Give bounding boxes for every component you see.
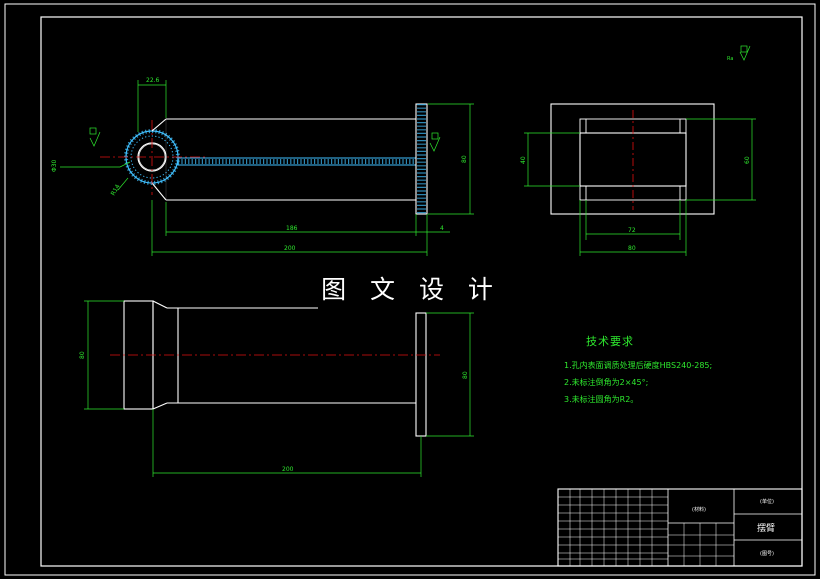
- dim-side-width-80: 80: [628, 245, 636, 252]
- dim-side-inner: 40: [520, 156, 527, 164]
- dim-length-186: 186: [286, 225, 298, 232]
- tech-note: 1.孔内表面调质处理后硬度HBS240-285;: [564, 361, 713, 370]
- dim-side-outer: 60: [744, 156, 751, 164]
- tech-title: 技术要求: [586, 335, 634, 348]
- side-view: 40 60 72 80: [520, 103, 756, 256]
- dim-bottom-length: 200: [282, 466, 294, 473]
- dim-bottom-height-right: 80: [462, 371, 469, 379]
- dim-length-200: 200: [284, 245, 296, 252]
- company-label: (单位): [760, 498, 774, 505]
- dim-hole-diameter: Φ30: [51, 159, 58, 172]
- dim-height-80: 80: [461, 155, 468, 163]
- bottom-view: 80 80 200: [79, 300, 474, 477]
- dim-flange-thickness: 4: [440, 225, 444, 232]
- drawing-label: (图号): [760, 551, 774, 557]
- front-view: 22.6 186 200 4 80 Φ30 R14: [51, 77, 474, 256]
- roughness-label: Ra: [727, 56, 733, 62]
- watermark: 图 文 设 计: [318, 270, 504, 310]
- dim-bottom-height-left: 80: [79, 351, 86, 359]
- dim-radius: R14: [110, 183, 122, 197]
- technical-requirements: 技术要求 1.孔内表面调质处理后硬度HBS240-285; 2.未标注倒角为2×…: [564, 333, 712, 408]
- side-outer-rect: [550, 103, 715, 215]
- tech-note: 3.未标注圆角为R2。: [564, 395, 639, 404]
- bottom-flange: [415, 312, 427, 437]
- dim-side-width-72: 72: [628, 227, 636, 234]
- tech-note: 2.未标注倒角为2×45°;: [564, 378, 649, 387]
- dim-boss-width: 22.6: [146, 77, 160, 84]
- part-name: 摆臂: [757, 522, 775, 534]
- material-label: (材料): [692, 506, 706, 513]
- roughness-note: Ra: [727, 45, 751, 62]
